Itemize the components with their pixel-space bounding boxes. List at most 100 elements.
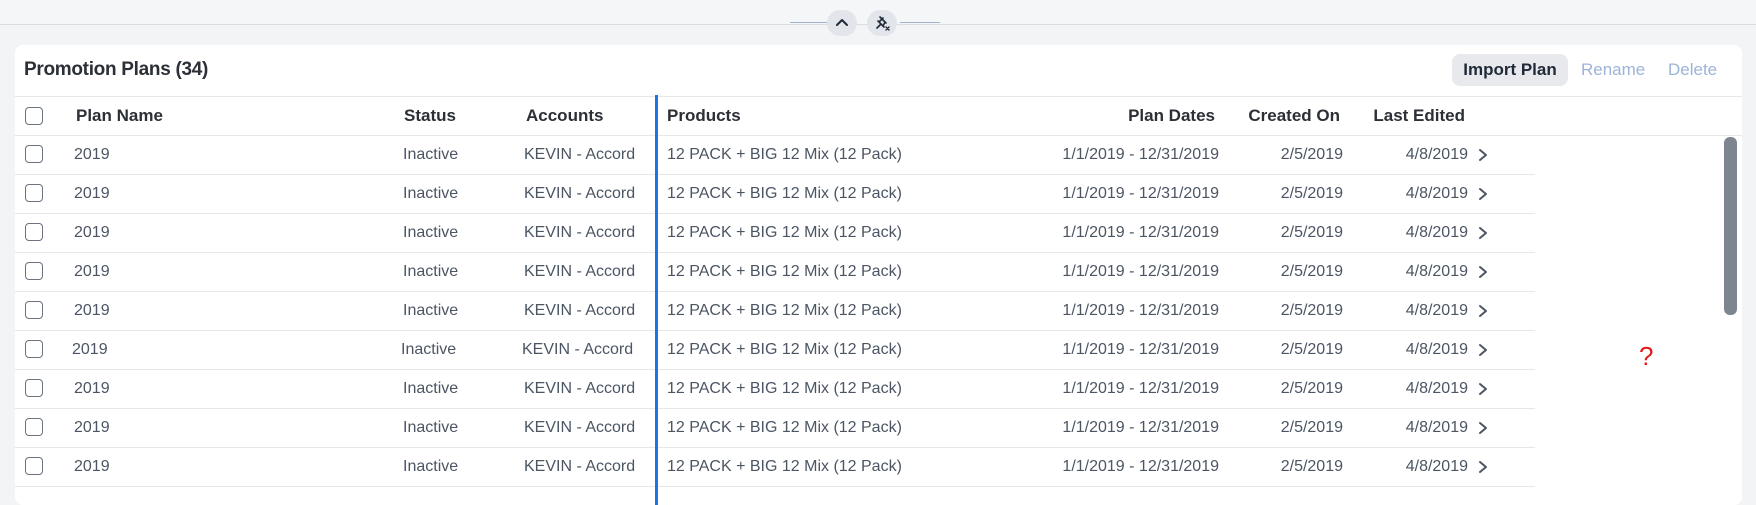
chevron-right-icon: [1479, 226, 1487, 239]
table-row[interactable]: 2019 Inactive KEVIN - Accord 12 PACK + B…: [15, 330, 1535, 370]
chevron-right-icon: [1479, 460, 1487, 473]
plan-name-cell: 2019: [74, 419, 110, 436]
column-header-products[interactable]: Products: [667, 97, 741, 135]
row-checkbox[interactable]: [25, 301, 43, 319]
row-open-button[interactable]: [1473, 447, 1493, 486]
chevron-right-icon: [1479, 148, 1487, 161]
row-checkbox[interactable]: [25, 184, 43, 202]
products-cell: 12 PACK + BIG 12 Mix (12 Pack): [667, 341, 902, 358]
column-header-accounts[interactable]: Accounts: [526, 97, 603, 135]
question-mark: ?: [1639, 341, 1654, 371]
products-cell: 12 PACK + BIG 12 Mix (12 Pack): [667, 224, 902, 241]
table-header: Plan Name Status Accounts Products Plan …: [15, 96, 1742, 136]
table-row[interactable]: 2019 Inactive KEVIN - Accord 12 PACK + B…: [15, 252, 1535, 292]
created-on-cell: 2/5/2019: [1280, 263, 1343, 280]
status-cell: Inactive: [403, 263, 459, 280]
last-edited-cell: 4/8/2019: [1405, 380, 1468, 397]
column-header-status[interactable]: Status: [404, 97, 456, 135]
accounts-cell: KEVIN - Accord: [524, 146, 636, 163]
import-plan-button[interactable]: Import Plan: [1452, 54, 1568, 86]
row-checkbox[interactable]: [25, 418, 43, 436]
last-edited-cell: 4/8/2019: [1405, 419, 1468, 436]
plan-dates-cell: 1/1/2019 - 12/31/2019: [1062, 263, 1219, 280]
splitter-line-left: [790, 22, 830, 23]
row-open-button[interactable]: [1473, 213, 1493, 252]
chevron-right-icon: [1479, 187, 1487, 200]
created-on-cell: 2/5/2019: [1280, 185, 1343, 202]
table-row[interactable]: 2019 Inactive KEVIN - Accord 12 PACK + B…: [15, 408, 1535, 448]
table-row[interactable]: 2019 Inactive KEVIN - Accord 12 PACK + B…: [15, 174, 1535, 214]
table-row[interactable]: 2019 Inactive KEVIN - Accord 12 PACK + B…: [15, 369, 1535, 409]
top-strip: [0, 0, 1756, 36]
plan-dates-cell: 1/1/2019 - 12/31/2019: [1062, 146, 1219, 163]
status-cell: Inactive: [403, 224, 459, 241]
chevron-right-icon: [1479, 382, 1487, 395]
status-cell: Inactive: [403, 380, 459, 397]
row-checkbox[interactable]: [25, 340, 43, 358]
status-cell: Inactive: [401, 341, 457, 358]
row-open-button[interactable]: [1473, 330, 1493, 369]
table-row[interactable]: 2019 Inactive KEVIN - Accord 12 PACK + B…: [15, 135, 1535, 175]
plan-dates-cell: 1/1/2019 - 12/31/2019: [1062, 380, 1219, 397]
last-edited-cell: 4/8/2019: [1405, 263, 1468, 280]
plan-dates-cell: 1/1/2019 - 12/31/2019: [1062, 341, 1219, 358]
products-cell: 12 PACK + BIG 12 Mix (12 Pack): [667, 185, 902, 202]
created-on-cell: 2/5/2019: [1280, 302, 1343, 319]
created-on-cell: 2/5/2019: [1280, 380, 1343, 397]
plan-name-cell: 2019: [74, 302, 110, 319]
row-open-button[interactable]: [1473, 408, 1493, 447]
plan-dates-cell: 1/1/2019 - 12/31/2019: [1062, 302, 1219, 319]
row-checkbox[interactable]: [25, 223, 43, 241]
products-cell: 12 PACK + BIG 12 Mix (12 Pack): [667, 263, 902, 280]
table-row[interactable]: 2019 Inactive KEVIN - Accord 12 PACK + B…: [15, 447, 1535, 487]
created-on-cell: 2/5/2019: [1280, 458, 1343, 475]
plan-name-cell: 2019: [72, 341, 108, 358]
row-checkbox[interactable]: [25, 457, 43, 475]
accounts-cell: KEVIN - Accord: [524, 419, 636, 436]
table-row[interactable]: 2019 Inactive KEVIN - Accord 12 PACK + B…: [15, 291, 1535, 331]
row-checkbox[interactable]: [25, 262, 43, 280]
created-on-cell: 2/5/2019: [1280, 146, 1343, 163]
column-resize-handle[interactable]: [655, 95, 658, 505]
last-edited-cell: 4/8/2019: [1405, 302, 1468, 319]
row-open-button[interactable]: [1473, 369, 1493, 408]
column-header-created-on[interactable]: Created On: [1165, 97, 1340, 135]
row-checkbox[interactable]: [25, 145, 43, 163]
created-on-cell: 2/5/2019: [1280, 224, 1343, 241]
plan-name-cell: 2019: [74, 146, 110, 163]
delete-button[interactable]: Delete: [1668, 54, 1717, 86]
status-cell: Inactive: [403, 146, 459, 163]
plan-dates-cell: 1/1/2019 - 12/31/2019: [1062, 458, 1219, 475]
chevron-right-icon: [1479, 304, 1487, 317]
products-cell: 12 PACK + BIG 12 Mix (12 Pack): [667, 302, 902, 319]
plan-name-cell: 2019: [74, 380, 110, 397]
chevron-right-icon: [1479, 421, 1487, 434]
plan-dates-cell: 1/1/2019 - 12/31/2019: [1062, 185, 1219, 202]
last-edited-cell: 4/8/2019: [1405, 224, 1468, 241]
accounts-cell: KEVIN - Accord: [524, 458, 636, 475]
accounts-cell: KEVIN - Accord: [522, 341, 634, 358]
accounts-cell: KEVIN - Accord: [524, 380, 636, 397]
row-checkbox[interactable]: [25, 379, 43, 397]
column-header-last-edited[interactable]: Last Edited: [1315, 97, 1465, 135]
vertical-scrollbar[interactable]: [1724, 137, 1737, 315]
table-row[interactable]: 2019 Inactive KEVIN - Accord 12 PACK + B…: [15, 213, 1535, 253]
column-header-plan-name[interactable]: Plan Name: [76, 97, 163, 135]
products-cell: 12 PACK + BIG 12 Mix (12 Pack): [667, 458, 902, 475]
rename-button[interactable]: Rename: [1581, 54, 1645, 86]
status-cell: Inactive: [403, 302, 459, 319]
unpin-icon: [876, 16, 890, 31]
select-all-checkbox[interactable]: [25, 107, 43, 125]
row-open-button[interactable]: [1473, 174, 1493, 213]
chevron-right-icon: [1479, 343, 1487, 356]
row-open-button[interactable]: [1473, 252, 1493, 291]
collapse-button[interactable]: [827, 10, 857, 36]
unpin-button[interactable]: [867, 10, 897, 36]
plan-dates-cell: 1/1/2019 - 12/31/2019: [1062, 224, 1219, 241]
accounts-cell: KEVIN - Accord: [524, 185, 636, 202]
plan-name-cell: 2019: [74, 185, 110, 202]
status-cell: Inactive: [403, 458, 459, 475]
row-open-button[interactable]: [1473, 291, 1493, 330]
chevron-up-icon: [836, 19, 848, 26]
row-open-button[interactable]: [1473, 135, 1493, 174]
